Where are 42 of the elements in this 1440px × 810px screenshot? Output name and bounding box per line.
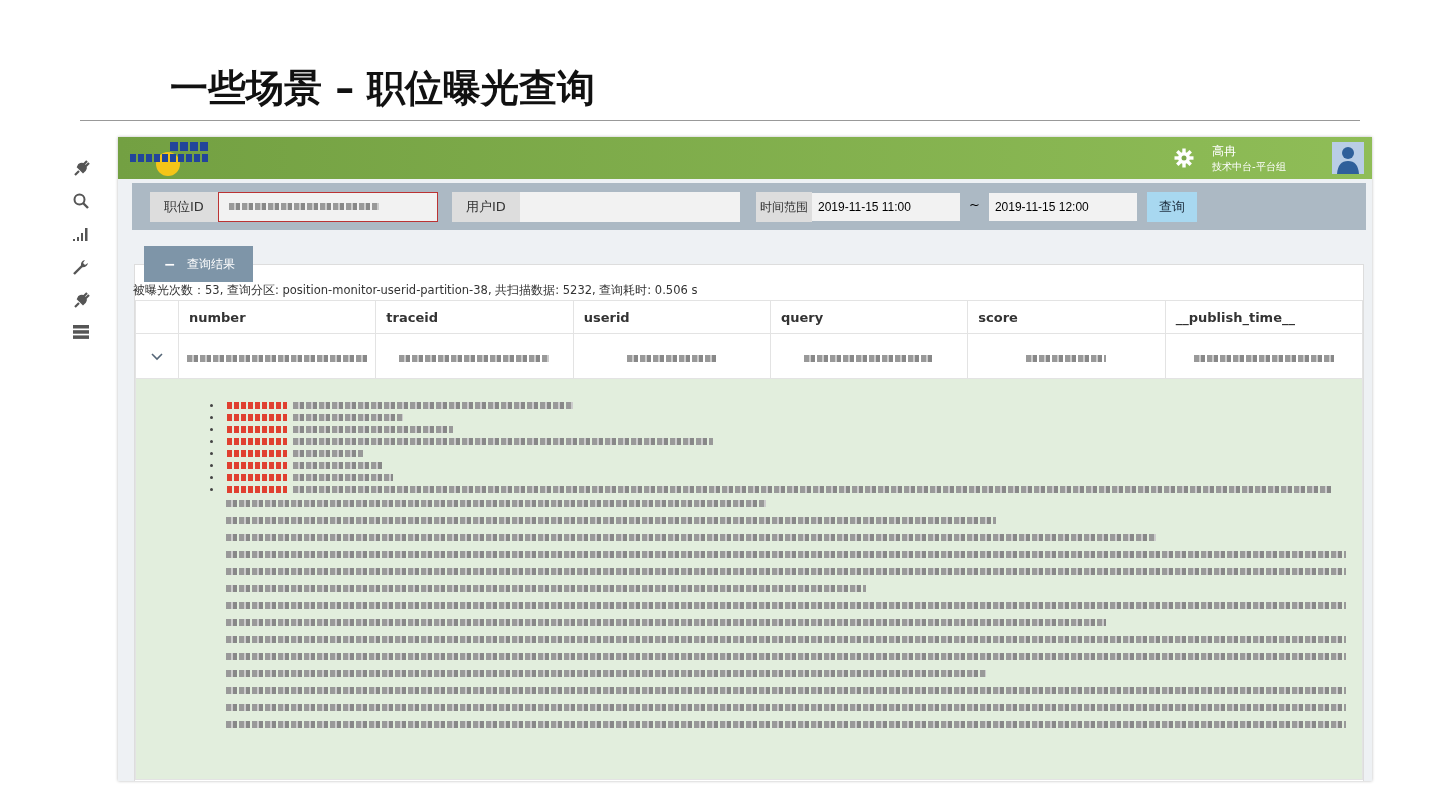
signal-bars-icon[interactable] <box>72 225 90 243</box>
search-icon[interactable] <box>72 192 90 210</box>
wrench-icon[interactable] <box>72 258 90 276</box>
bullet-icon <box>210 451 213 455</box>
bullet-icon <box>210 475 213 479</box>
bullet-icon <box>210 463 213 467</box>
redacted-text <box>227 473 287 481</box>
expand-chevron-icon[interactable] <box>150 351 164 362</box>
redacted-text <box>227 437 287 445</box>
user-department: 技术中台-平台组 <box>1212 159 1287 174</box>
bullet-icon <box>210 487 213 491</box>
column-header: query <box>770 300 968 334</box>
bullet-icon <box>210 415 213 419</box>
bullet-icon <box>210 427 213 431</box>
end-time-field[interactable]: 2019-11-15 12:00 <box>988 192 1137 221</box>
range-separator: ~ <box>969 197 980 213</box>
position-id-field[interactable]: 职位ID <box>150 191 438 222</box>
query-button[interactable]: 查询 <box>1146 191 1197 222</box>
redacted-text <box>227 461 287 469</box>
bullet-icon <box>210 403 213 407</box>
user-name: 高冉 <box>1212 142 1237 160</box>
time-range-label: 时间范围 <box>756 191 812 222</box>
query-summary: 被曝光次数：53, 查询分区: position-monitor-userid-partition-38, 共扫描数据: 5232, 查询耗时: 0.506 s <box>133 282 699 299</box>
slide-title: 一些场景 – 职位曝光查询 <box>169 65 597 112</box>
redacted-text <box>227 425 287 433</box>
column-header: number <box>178 300 376 334</box>
redacted-text <box>227 401 287 409</box>
redacted-text <box>227 485 287 493</box>
redacted-text <box>227 449 287 457</box>
plug-icon[interactable] <box>72 159 90 177</box>
redacted-text <box>293 449 363 457</box>
column-header: __publish_time__ <box>1165 300 1363 334</box>
start-time-field[interactable]: 2019-11-15 11:00 <box>812 192 960 221</box>
settings-icon[interactable] <box>1174 148 1194 169</box>
column-header: traceid <box>375 300 574 334</box>
avatar-icon[interactable] <box>1332 142 1364 175</box>
server-stack-icon[interactable] <box>72 324 90 340</box>
redacted-text <box>227 413 287 421</box>
column-header: score <box>967 300 1166 334</box>
plug-icon[interactable] <box>72 291 90 309</box>
column-header: userid <box>573 300 771 334</box>
bullet-icon <box>210 439 213 443</box>
